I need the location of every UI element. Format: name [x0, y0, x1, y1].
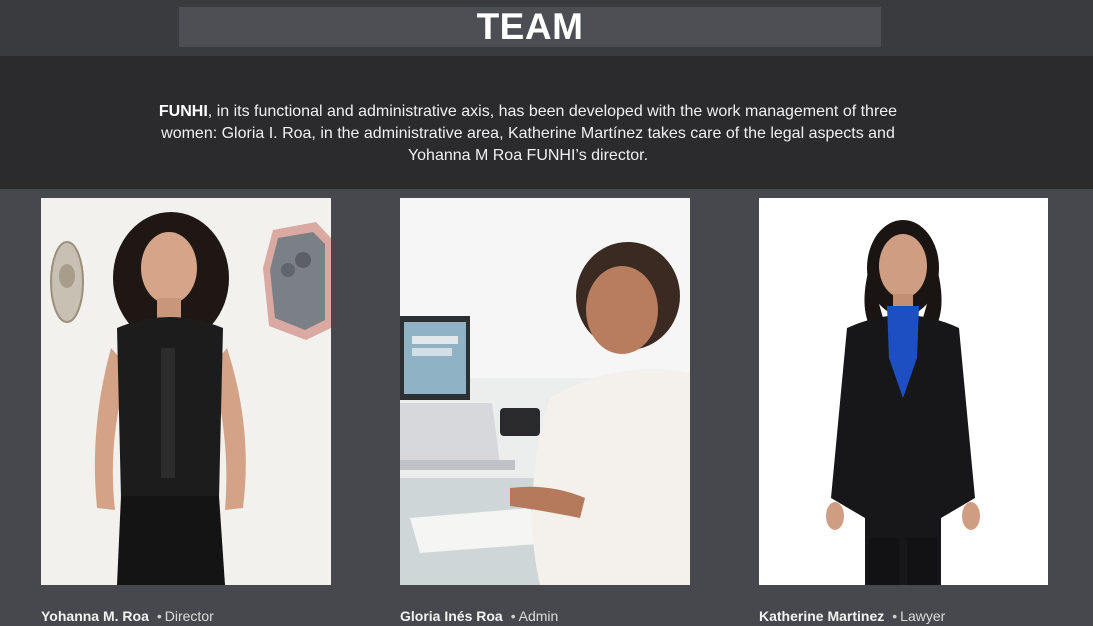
- team-caption-1: Yohanna M. Roa • Director: [41, 608, 214, 624]
- team-caption-2: Gloria Inés Roa • Admin: [400, 608, 558, 624]
- team-photo-1: [41, 198, 331, 585]
- team-member-name: Gloria Inés Roa: [400, 608, 503, 624]
- separator-dot: •: [892, 608, 898, 624]
- separator-dot: •: [156, 608, 162, 624]
- team-member-role: Admin: [518, 608, 559, 624]
- intro-paragraph: FUNHI, in its functional and administrat…: [148, 101, 908, 167]
- intro-body: , in its functional and administrative a…: [161, 103, 898, 164]
- team-member-role: Lawyer: [900, 608, 946, 624]
- header-band: TEAM: [0, 0, 1093, 56]
- team-card-2: Gloria Inés Roa • Admin: [400, 198, 690, 624]
- team-caption-3: Katherine Martinez • Lawyer: [759, 608, 945, 624]
- separator-dot: •: [510, 608, 516, 624]
- portrait-director-image: [41, 198, 331, 585]
- team-card-1: Yohanna M. Roa • Director: [41, 198, 331, 624]
- intro-brand: FUNHI: [158, 103, 208, 120]
- team-photo-2: [400, 198, 690, 585]
- team-member-name: Yohanna M. Roa: [41, 608, 149, 624]
- page-title: TEAM: [476, 6, 584, 47]
- team-member-role: Director: [164, 608, 214, 624]
- team-member-name: Katherine Martinez: [759, 608, 885, 624]
- portrait-admin-image: [400, 198, 690, 585]
- intro-section: FUNHI, in its functional and administrat…: [0, 56, 1093, 189]
- portrait-lawyer-image: [759, 198, 1048, 585]
- team-card-3: Katherine Martinez • Lawyer: [759, 198, 1049, 624]
- team-photo-3: [759, 198, 1049, 585]
- title-box: TEAM: [179, 7, 881, 47]
